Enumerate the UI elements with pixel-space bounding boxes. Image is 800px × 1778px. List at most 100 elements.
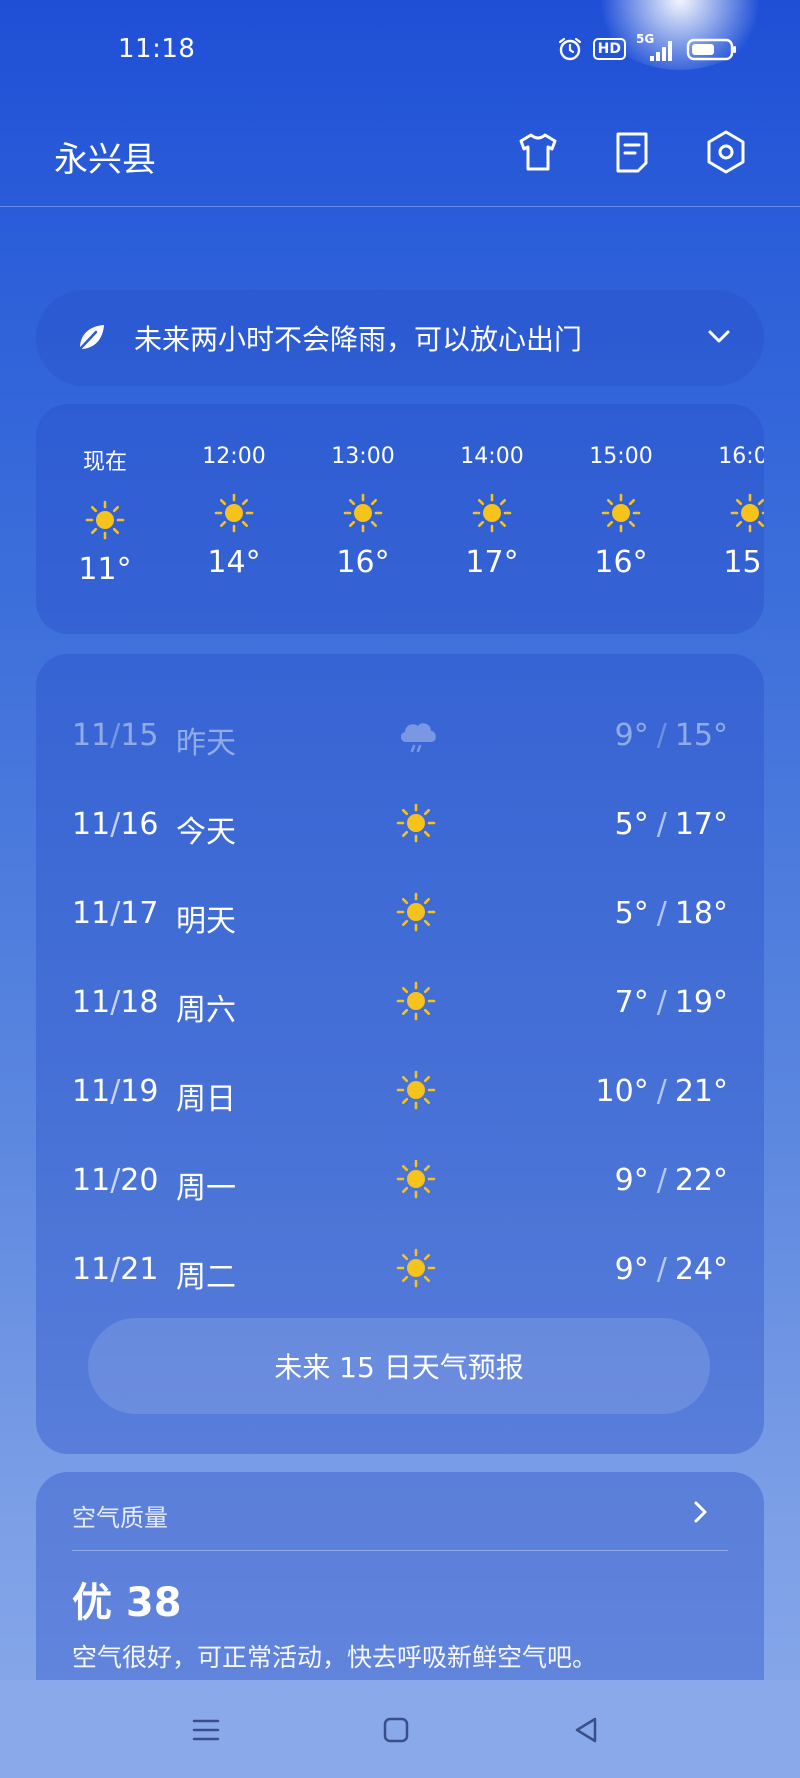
hour-item: 16:00 15° bbox=[695, 444, 764, 580]
day-name: 周日 bbox=[176, 1082, 236, 1117]
notes-icon bbox=[616, 132, 648, 173]
day-date: 11/16 bbox=[72, 807, 159, 842]
hour-time: 13:00 bbox=[331, 444, 395, 469]
sun-icon bbox=[396, 1248, 436, 1288]
hour-temp: 16° bbox=[594, 545, 648, 580]
sun-icon bbox=[85, 500, 125, 540]
hour-temp: 15° bbox=[723, 545, 764, 580]
navigation-bar bbox=[0, 1680, 800, 1778]
day-name: 周二 bbox=[176, 1260, 236, 1295]
day-temps: 5°/18° bbox=[614, 896, 728, 931]
chevron-down-icon[interactable] bbox=[704, 322, 734, 356]
hour-temp: 11° bbox=[78, 552, 132, 587]
day-low-temp: 7° bbox=[614, 985, 649, 1020]
day-month: 11 bbox=[72, 1163, 111, 1198]
day-low-temp: 10° bbox=[595, 1074, 649, 1109]
chevron-right-icon[interactable] bbox=[686, 1498, 714, 1530]
day-date: 11/21 bbox=[72, 1252, 159, 1287]
day-day: 16 bbox=[120, 807, 159, 842]
sun-icon bbox=[396, 1070, 436, 1110]
sun-icon bbox=[396, 1159, 436, 1199]
hour-time: 16:00 bbox=[718, 444, 764, 469]
leaf-icon bbox=[74, 320, 108, 358]
day-low-temp: 9° bbox=[614, 718, 649, 753]
day-high-temp: 21° bbox=[674, 1074, 728, 1109]
day-high-temp: 17° bbox=[674, 807, 728, 842]
fifteen-day-forecast-button[interactable]: 未来 15 日天气预报 bbox=[88, 1318, 710, 1414]
divider bbox=[72, 1550, 728, 1551]
sun-icon bbox=[472, 493, 512, 533]
day-month: 11 bbox=[72, 1252, 111, 1287]
city-name[interactable]: 永兴县 bbox=[54, 132, 156, 181]
day-high-temp: 18° bbox=[674, 896, 728, 931]
app-header: 永兴县 bbox=[0, 100, 800, 207]
hour-temp: 16° bbox=[336, 545, 390, 580]
menu-button[interactable] bbox=[182, 1706, 230, 1754]
home-square-icon bbox=[383, 1717, 409, 1743]
day-temps: 9°/24° bbox=[614, 1252, 728, 1287]
notes-button[interactable] bbox=[608, 128, 656, 176]
hour-temp: 14° bbox=[207, 545, 261, 580]
day-row[interactable]: 11/18 周六 7°/19° bbox=[36, 971, 764, 1031]
day-day: 19 bbox=[120, 1074, 159, 1109]
hourly-forecast[interactable]: 现在 11° 12:00 14° 13:00 16° 14:00 17° 15:… bbox=[36, 404, 764, 634]
alarm-icon bbox=[557, 36, 583, 62]
day-day: 21 bbox=[120, 1252, 159, 1287]
hour-item: 现在 11° bbox=[50, 444, 160, 587]
hour-time: 现在 bbox=[82, 450, 127, 475]
day-name: 明天 bbox=[176, 904, 236, 939]
sun-icon bbox=[601, 493, 641, 533]
sun-icon bbox=[396, 803, 436, 843]
day-month: 11 bbox=[72, 1074, 111, 1109]
home-button[interactable] bbox=[372, 1706, 420, 1754]
tshirt-icon bbox=[519, 133, 557, 171]
day-row[interactable]: 11/17 明天 5°/18° bbox=[36, 882, 764, 942]
day-name: 昨天 bbox=[176, 726, 236, 761]
day-row[interactable]: 11/20 周一 9°/22° bbox=[36, 1149, 764, 1209]
sun-icon bbox=[396, 892, 436, 932]
day-high-temp: 22° bbox=[674, 1163, 728, 1198]
day-high-temp: 15° bbox=[674, 718, 728, 753]
day-date: 11/20 bbox=[72, 1163, 159, 1198]
status-bar: 11:18 HD 5G bbox=[0, 0, 800, 100]
back-button[interactable] bbox=[562, 1706, 610, 1754]
signal-icon: 5G bbox=[636, 32, 676, 62]
day-temps: 9°/22° bbox=[614, 1163, 728, 1198]
day-row[interactable]: 11/16 今天 5°/17° bbox=[36, 793, 764, 853]
day-low-temp: 9° bbox=[614, 1163, 649, 1198]
menu-icon bbox=[192, 1719, 220, 1741]
day-temps: 5°/17° bbox=[614, 807, 728, 842]
tshirt-button[interactable] bbox=[514, 128, 562, 176]
air-quality-value: 优 38 bbox=[72, 1580, 182, 1626]
day-name: 今天 bbox=[176, 815, 236, 850]
sun-icon bbox=[730, 493, 764, 533]
hour-item: 13:00 16° bbox=[308, 444, 418, 580]
battery-icon bbox=[686, 36, 738, 62]
hour-item: 12:00 14° bbox=[179, 444, 289, 580]
sun-icon bbox=[343, 493, 383, 533]
daily-forecast: 11/15 昨天 9°/15° 11/16 今天 5°/17° 11/17 明天… bbox=[36, 654, 764, 1454]
hour-time: 12:00 bbox=[202, 444, 266, 469]
day-temps: 7°/19° bbox=[614, 985, 728, 1020]
day-low-temp: 5° bbox=[614, 896, 649, 931]
day-day: 15 bbox=[120, 718, 159, 753]
day-date: 11/19 bbox=[72, 1074, 159, 1109]
hour-time: 15:00 bbox=[589, 444, 653, 469]
air-quality-description: 空气很好，可正常活动，快去呼吸新鲜空气吧。 bbox=[72, 1643, 598, 1672]
settings-hexagon-icon bbox=[707, 130, 745, 174]
day-low-temp: 9° bbox=[614, 1252, 649, 1287]
day-day: 17 bbox=[120, 896, 159, 931]
day-row[interactable]: 11/15 昨天 9°/15° bbox=[36, 704, 764, 764]
sun-icon bbox=[214, 493, 254, 533]
day-day: 20 bbox=[120, 1163, 159, 1198]
settings-button[interactable] bbox=[702, 128, 750, 176]
rain-forecast-banner[interactable]: 未来两小时不会降雨，可以放心出门 bbox=[36, 290, 764, 386]
day-row[interactable]: 11/21 周二 9°/24° bbox=[36, 1238, 764, 1298]
day-high-temp: 24° bbox=[674, 1252, 728, 1287]
day-temps: 10°/21° bbox=[595, 1074, 728, 1109]
day-row[interactable]: 11/19 周日 10°/21° bbox=[36, 1060, 764, 1120]
air-quality-title: 空气质量 bbox=[72, 1504, 168, 1532]
status-time: 11:18 bbox=[118, 34, 196, 64]
day-temps: 9°/15° bbox=[614, 718, 728, 753]
day-day: 18 bbox=[120, 985, 159, 1020]
